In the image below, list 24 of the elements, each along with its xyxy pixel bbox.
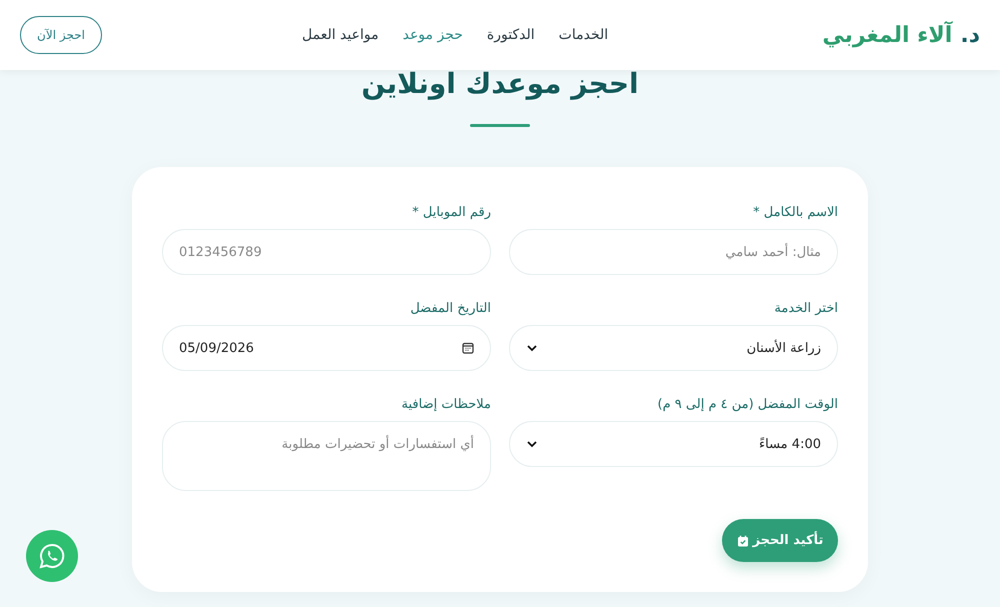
field-label: التاريخ المفضل <box>409 301 491 316</box>
select-field[interactable]: زراعة الأسنان <box>509 325 838 371</box>
calendar-check-icon <box>736 534 749 546</box>
date-field[interactable]: 05/09/2026 <box>162 325 491 371</box>
phone-field[interactable]: 0123456789 <box>162 229 491 275</box>
calendar-icon <box>462 342 474 354</box>
field-label: رقم الموبايل * <box>411 205 491 220</box>
book-now-button[interactable]: احجز الآن <box>20 16 102 54</box>
field-label: ملاحظات إضافية <box>400 397 491 412</box>
field-label: اختر الخدمة <box>773 301 838 316</box>
nav-link[interactable]: مواعيد العمل <box>302 27 379 43</box>
select-field[interactable]: 4:00 مساءً <box>509 421 838 467</box>
title-underline <box>470 124 530 127</box>
nav-link[interactable]: الدكتورة <box>486 27 535 43</box>
chat-bubble-icon <box>38 542 66 570</box>
text-field[interactable]: مثال: أحمد سامي <box>509 229 838 275</box>
nav-link[interactable]: حجز موعد <box>402 27 463 43</box>
page-title: احجز موعدك اونلاين <box>361 66 639 102</box>
notes-field[interactable]: أي استفسارات أو تحضيرات مطلوبة <box>162 421 491 491</box>
logo-prefix: د. <box>960 22 980 48</box>
field-label: الوقت المفضل (من ٤ م إلى ٩ م) <box>656 397 838 412</box>
nav-link[interactable]: الخدمات <box>558 27 608 43</box>
chat-button[interactable] <box>26 530 78 582</box>
field-label: الاسم بالكامل * <box>752 205 838 220</box>
